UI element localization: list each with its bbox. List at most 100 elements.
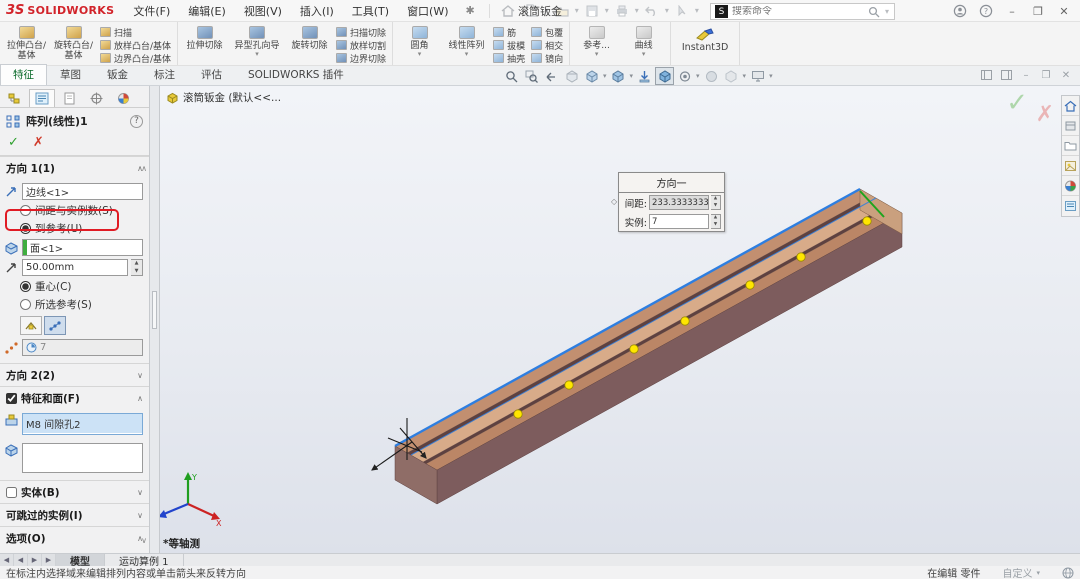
features-faces-header[interactable]: 特征和面(F) ∧ [0,386,149,409]
feature-list-item[interactable]: M8 间隙孔2 [23,414,142,433]
menu-file[interactable]: 文件(F) [124,0,179,22]
intersect-button[interactable]: 相交 [531,39,563,51]
callout-instances-value[interactable]: 7 [649,214,709,229]
hide-show-caret-icon[interactable]: ▾ [696,72,700,80]
spin-down-icon[interactable]: ▼ [131,268,142,276]
bodies-checkbox[interactable]: 实体(B) [6,485,60,500]
bodies-header[interactable]: 实体(B) ∨ [0,480,149,503]
radio-spacing-instances-input[interactable] [20,205,31,216]
spin-down-icon[interactable]: ▼ [711,222,720,229]
radio-up-to-reference-input[interactable] [20,223,31,234]
wrap-button[interactable]: 包覆 [531,26,563,38]
panel-splitter[interactable] [150,86,160,553]
radio-selected-reference-input[interactable] [20,299,31,310]
linear-pattern-button[interactable]: 线性阵列 ▾ [443,24,490,58]
skipped-instances-header[interactable]: 可跳过的实例(I) ∨ [0,503,149,526]
offset-spinner[interactable]: ▲▼ [131,259,143,276]
bodies-checkbox-input[interactable] [6,487,17,498]
hole-wizard-button[interactable]: 异型孔向导 ▾ [228,24,286,58]
revolve-boss-button[interactable]: 旋转凸台/基体 [50,24,97,62]
curves-button[interactable]: 曲线 ▾ [620,24,667,58]
bodies-collapse-icon[interactable]: ∨ [137,488,143,497]
direction1-header[interactable]: 方向 1(1) ∧ [0,156,149,179]
radio-up-to-reference[interactable]: 到参考(U) [20,221,143,236]
scene-caret-icon[interactable]: ▾ [743,72,747,80]
section-view-icon[interactable] [562,67,581,85]
tab-configurationmanager[interactable] [56,89,82,107]
features-faces-checkbox-input[interactable] [6,393,17,404]
cancel-button[interactable]: ✗ [33,135,44,150]
select-icon[interactable] [672,2,692,20]
status-custom-dropdown[interactable]: 自定义 ▾ [1002,565,1040,579]
spin-up-icon[interactable]: ▲ [131,260,142,268]
features-list[interactable]: M8 间隙孔2 [22,413,143,435]
confirm-cancel-icon[interactable]: ✗ [1036,102,1054,127]
tab-sheet-metal[interactable]: 钣金 [94,64,141,85]
callout-spacing-spinner[interactable]: ▲▼ [711,195,721,210]
menu-tools[interactable]: 工具(T) [343,0,398,22]
taskpane-view-palette-icon[interactable] [1062,156,1079,176]
tab-dimxpertmanager[interactable] [83,89,109,107]
open-caret-icon[interactable]: ▾ [575,6,579,15]
doc-minimize-button[interactable]: – [1018,68,1034,82]
save-icon[interactable] [582,2,602,20]
open-icon[interactable] [552,2,572,20]
search-input[interactable] [732,6,864,17]
toggle-instances-button[interactable] [44,316,66,335]
model-3d-render[interactable]: Y X Z [160,86,1080,553]
panel-help-icon[interactable]: ? [130,115,143,128]
edit-appearance-icon[interactable] [702,67,721,85]
features-faces-collapse-icon[interactable]: ∧ [137,394,143,403]
direction1-face-field[interactable]: 面<1> [22,239,143,256]
curves-caret-icon[interactable]: ▾ [642,51,646,58]
linear-pattern-caret-icon[interactable]: ▾ [465,51,469,58]
ok-button[interactable]: ✓ [8,135,19,150]
doc-close-button[interactable]: ✕ [1058,68,1074,82]
radio-centroid-input[interactable] [20,281,31,292]
command-search[interactable]: S ▾ [710,3,895,20]
doc-pane-left-icon[interactable] [978,68,994,82]
fillet-button[interactable]: 圆角 ▾ [396,24,443,58]
sweep-cut-button[interactable]: 扫描切除 [336,26,386,38]
user-account-icon[interactable] [948,1,972,21]
boundary-cut-button[interactable]: 边界切除 [336,52,386,64]
revolve-cut-button[interactable]: 旋转切除 [286,24,333,51]
tab-featuremanager-tree[interactable] [2,89,28,107]
menu-pin-icon[interactable]: ✱ [458,4,483,17]
select-caret-icon[interactable]: ▾ [695,6,699,15]
previous-view-icon[interactable] [542,67,561,85]
panel-scroll-down-icon[interactable]: ∨ [141,536,147,545]
menu-view[interactable]: 视图(V) [235,0,291,22]
menu-window[interactable]: 窗口(W) [398,0,457,22]
extrude-cut-button[interactable]: 拉伸切除 [181,24,228,51]
tab-solidworks-addins[interactable]: SOLIDWORKS 插件 [235,64,357,85]
new-document-icon[interactable] [522,2,542,20]
normal-to-icon[interactable] [635,67,654,85]
menu-insert[interactable]: 插入(I) [291,0,343,22]
zoom-fit-icon[interactable] [502,67,521,85]
reference-caret-icon[interactable]: ▾ [595,51,599,58]
shell-button[interactable]: 抽壳 [493,52,525,64]
search-caret-icon[interactable]: ▾ [885,7,889,16]
minimize-button[interactable]: – [1000,1,1024,21]
hide-show-items-icon[interactable] [675,67,694,85]
close-button[interactable]: ✕ [1052,1,1076,21]
confirm-ok-icon[interactable]: ✓ [1006,88,1028,118]
tab-features[interactable]: 特征 [0,64,47,85]
view-orientation-icon[interactable] [655,67,674,85]
status-globe-icon[interactable] [1062,567,1074,579]
tab-displaymanager[interactable] [110,89,136,107]
view-settings-caret-icon[interactable]: ▾ [769,72,773,80]
fillet-caret-icon[interactable]: ▾ [418,51,422,58]
loft-cut-button[interactable]: 放样切割 [336,39,386,51]
restore-button[interactable]: ❐ [1026,1,1050,21]
radio-spacing-instances[interactable]: 间距与实例数(S) [20,203,143,218]
section-cube-icon[interactable] [582,67,601,85]
new-caret-icon[interactable]: ▾ [545,6,549,15]
doc-pane-right-icon[interactable] [998,68,1014,82]
options-header[interactable]: 选项(O) ∧ [0,526,149,549]
display-style-icon[interactable] [609,67,628,85]
boundary-boss-button[interactable]: 边界凸台/基体 [100,52,171,64]
taskpane-home-icon[interactable] [1062,96,1079,116]
tab-evaluate[interactable]: 评估 [188,64,235,85]
